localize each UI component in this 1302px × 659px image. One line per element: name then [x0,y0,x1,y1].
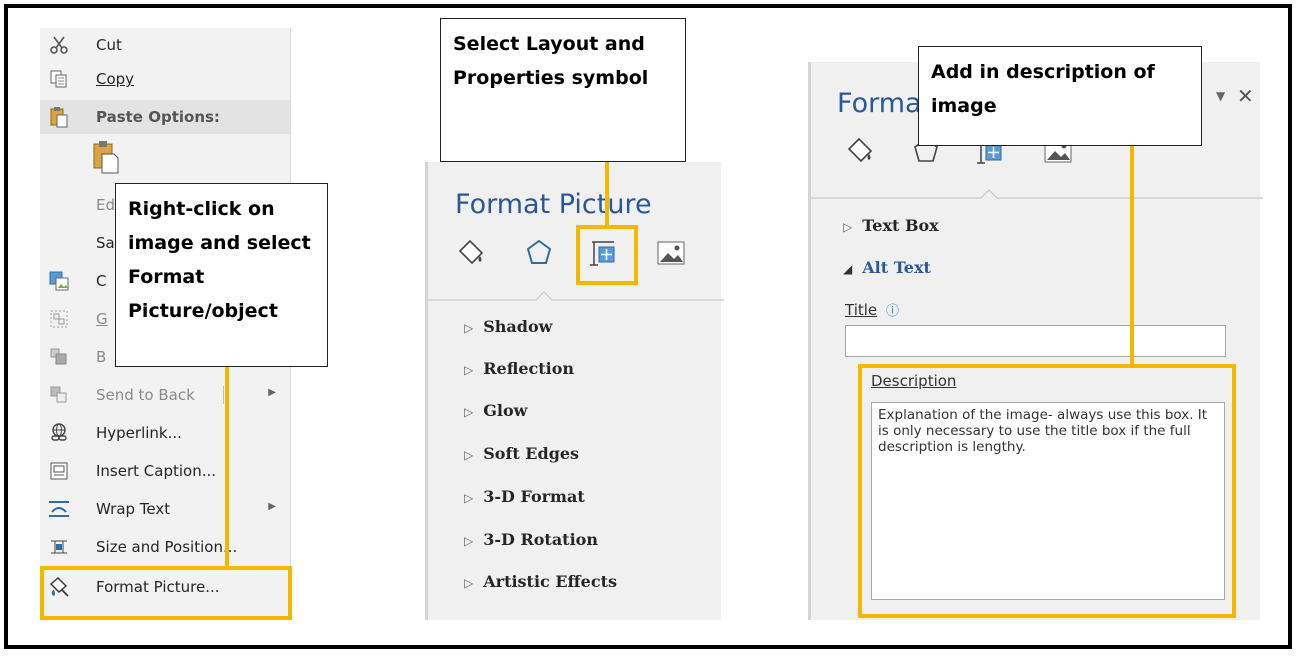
effects-icon[interactable] [524,238,554,268]
callout-connector-line [605,161,609,227]
menu-item-label: Ed [96,196,115,214]
paste-picture-icon[interactable] [92,140,120,179]
callout-text: Add in description of image [931,61,1155,117]
right-click-callout: Right-click on image and select Format P… [115,183,328,367]
menu-item-label: Wrap Text [96,500,171,518]
menu-separator [223,386,224,404]
section-shadow[interactable]: ▷ Shadow [464,317,552,336]
menu-item-label: Size and Position... [96,538,238,556]
expand-triangle-icon: ▷ [464,363,474,377]
menu-item-label: Cut [96,36,122,54]
group-icon [48,308,70,330]
expand-triangle-icon: ▷ [843,220,853,234]
picture-icon[interactable] [656,238,686,268]
section-soft-edges[interactable]: ▷ Soft Edges [464,444,579,463]
section-3d-rotation[interactable]: ▷ 3-D Rotation [464,530,598,549]
section-alt-text[interactable]: ◢ Alt Text [843,258,931,277]
section-reflection[interactable]: ▷ Reflection [464,359,574,378]
panel-title: Forma [837,88,922,119]
send-to-back-icon [48,384,70,406]
expand-triangle-icon: ▷ [464,405,474,419]
panel-divider [811,189,1263,199]
menu-item-label: Hyperlink... [96,424,182,442]
change-picture-icon [48,270,70,292]
paste-icon [48,106,70,128]
scissors-icon [48,34,70,56]
panel-title: Format Picture [455,189,652,220]
menu-item-hyperlink[interactable]: Hyperlink... [40,416,290,450]
expand-triangle-icon: ▷ [464,491,474,505]
callout-connector-line [225,366,229,568]
wrap-text-icon [48,498,70,520]
layout-callout: Select Layout and Properties symbol [440,18,686,162]
menu-item-cut[interactable]: Cut [40,28,290,62]
menu-item-label: Insert Caption... [96,462,217,480]
chevron-down-icon[interactable]: ▼ [1216,89,1225,103]
menu-item-insert-caption[interactable]: Insert Caption... [40,454,290,488]
section-glow[interactable]: ▷ Glow [464,401,527,420]
menu-item-send-to-back[interactable]: Send to Back ▶ [40,378,290,412]
menu-item-label: C [96,272,107,290]
callout-text: Right-click on image and select Format P… [128,198,311,322]
menu-item-label: Send to Back [96,386,195,404]
hyperlink-icon [48,422,70,444]
paste-options-header: Paste Options: [40,100,290,134]
menu-item-wrap-text[interactable]: Wrap Text ▶ [40,492,290,526]
close-icon[interactable]: ✕ [1237,84,1254,108]
bring-to-front-icon [48,346,70,368]
layout-icon-highlight [576,225,638,285]
expand-triangle-icon: ▷ [464,321,474,335]
expand-triangle-icon: ▷ [464,534,474,548]
copy-icon [48,68,70,90]
menu-item-copy[interactable]: Copy [40,62,290,96]
size-position-icon [48,536,70,558]
fill-line-icon[interactable] [845,136,875,166]
panel-divider [428,291,724,301]
insert-caption-icon [48,460,70,482]
section-text-box[interactable]: ▷ Text Box [843,216,939,235]
expand-triangle-icon: ▷ [464,576,474,590]
menu-item-label: Paste Options: [96,108,220,126]
title-field-label: Title ⓘ [845,301,899,319]
section-artistic-effects[interactable]: ▷ Artistic Effects [464,572,617,591]
format-picture-panel: Format Picture ▷ Shadow ▷ Reflection ▷ Glow… [425,162,724,620]
format-picture-highlight [40,566,292,620]
submenu-arrow-icon: ▶ [268,387,276,398]
submenu-arrow-icon: ▶ [268,501,276,512]
menu-item-label: Sa [96,234,115,252]
title-input[interactable] [845,325,1226,357]
fill-line-icon[interactable] [456,238,486,268]
menu-item-label: G [96,310,108,328]
info-icon[interactable]: ⓘ [886,304,899,319]
menu-item-label: Copy [96,70,135,88]
collapse-triangle-icon: ◢ [843,262,853,276]
section-3d-format[interactable]: ▷ 3-D Format [464,487,585,506]
menu-item-label: B [96,348,107,366]
callout-connector-line [1130,145,1134,366]
callout-text: Select Layout and Properties symbol [453,33,649,89]
description-callout: Add in description of image [918,46,1202,146]
expand-triangle-icon: ▷ [464,448,474,462]
menu-item-size-and-position[interactable]: Size and Position... [40,530,290,564]
description-highlight [858,364,1236,618]
